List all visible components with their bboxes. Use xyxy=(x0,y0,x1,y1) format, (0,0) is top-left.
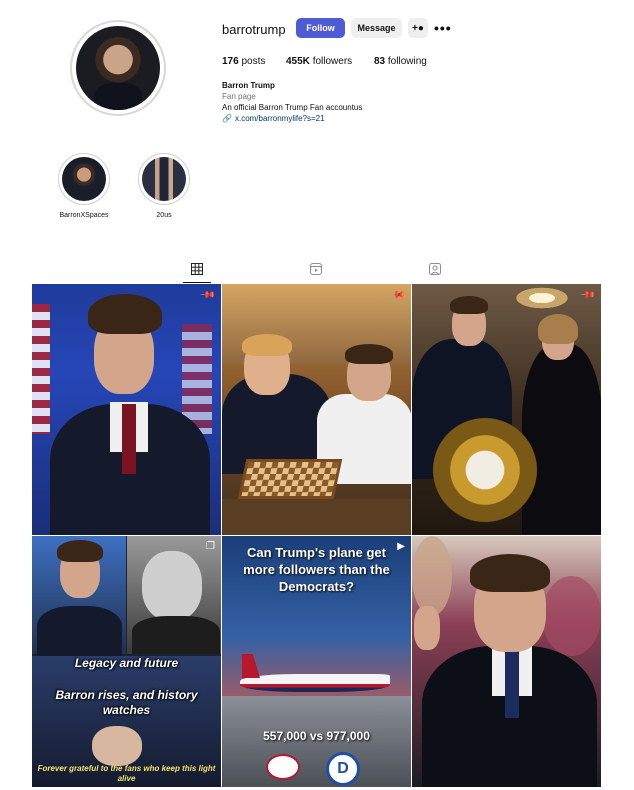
link-icon: 🔗 xyxy=(222,114,232,123)
follow-button[interactable]: Follow xyxy=(296,18,345,38)
highlight-barronxspaces[interactable]: BarronXSpaces xyxy=(56,153,112,219)
post-figure xyxy=(88,294,162,334)
post-overlay-title: Can Trump's plane get more followers tha… xyxy=(243,545,390,594)
airplane-tail xyxy=(242,654,260,678)
post-figure xyxy=(242,334,292,356)
profile-link[interactable]: 🔗 x.com/barronmylife?s=21 xyxy=(222,114,325,123)
post-tile[interactable]: 📌 xyxy=(222,284,411,535)
highlight-cover xyxy=(142,157,186,201)
post-figure xyxy=(538,314,578,344)
posts-grid: 📌 📌 📌 ❐ Legacy and future Barron rises, … xyxy=(32,284,601,788)
posts-count: 176 posts xyxy=(222,56,266,67)
highlight-ring xyxy=(58,153,110,205)
active-tab-indicator xyxy=(183,282,211,283)
post-tile[interactable]: ❐ Legacy and future Barron rises, and hi… xyxy=(32,536,221,787)
highlight-label: 20us xyxy=(156,212,172,219)
profile-bio: An official Barron Trump Fan accountus xyxy=(222,103,363,112)
tab-reels[interactable] xyxy=(309,262,323,276)
profile-full-name: Barron Trump xyxy=(222,81,275,90)
pinned-icon: 📌 xyxy=(578,287,596,304)
post-figure xyxy=(542,576,601,656)
grid-icon xyxy=(191,263,203,275)
pinned-icon: 📌 xyxy=(198,287,216,304)
following-count[interactable]: 83 following xyxy=(374,56,427,67)
democrat-logo: D xyxy=(326,752,360,786)
chandelier xyxy=(512,286,572,310)
post-figure xyxy=(132,616,220,654)
profile-avatar[interactable] xyxy=(70,20,166,116)
chess-board xyxy=(237,459,343,499)
post-figure xyxy=(57,540,103,562)
highlight-label: BarronXSpaces xyxy=(59,212,109,219)
post-tile[interactable] xyxy=(412,536,601,787)
gold-clock xyxy=(430,404,540,524)
airplane xyxy=(240,674,390,692)
post-figure xyxy=(122,404,136,474)
highlight-cover xyxy=(62,157,106,201)
trump-logo xyxy=(266,754,300,780)
reels-icon: ▶ xyxy=(397,541,405,552)
more-options-icon[interactable]: ••• xyxy=(434,20,452,36)
reels-icon xyxy=(310,263,322,275)
post-figure xyxy=(345,344,393,364)
post-figure xyxy=(142,551,202,621)
post-figure xyxy=(92,726,142,766)
profile-username: barrotrump xyxy=(222,22,286,37)
carousel-icon: ❐ xyxy=(206,541,215,552)
highlight-20us[interactable]: 20us xyxy=(136,153,192,219)
avatar-image xyxy=(76,26,160,110)
followers-count[interactable]: 455K followers xyxy=(286,56,352,67)
post-figure xyxy=(470,554,550,592)
post-overlay-caption: Forever grateful to the fans who keep th… xyxy=(37,764,216,783)
post-figure xyxy=(37,606,122,656)
post-overlay-title: Legacy and future xyxy=(74,656,179,670)
post-figure xyxy=(414,606,440,650)
tagged-icon xyxy=(429,263,441,275)
profile-link-text[interactable]: x.com/barronmylife?s=21 xyxy=(235,114,325,123)
post-figure xyxy=(505,648,519,718)
add-user-icon: +● xyxy=(412,22,424,34)
tab-tagged[interactable] xyxy=(428,262,442,276)
tab-posts[interactable] xyxy=(190,262,204,276)
post-tile[interactable]: 📌 xyxy=(32,284,221,535)
post-tile[interactable]: 📌 xyxy=(412,284,601,535)
post-overlay-score: 557,000 vs 977,000 xyxy=(263,729,370,743)
table xyxy=(222,499,411,535)
message-button[interactable]: Message xyxy=(351,18,402,38)
flag-decoration xyxy=(32,304,50,434)
suggest-user-button[interactable]: +● xyxy=(408,18,428,38)
post-figure xyxy=(412,536,452,616)
highlight-ring xyxy=(138,153,190,205)
post-tile[interactable]: Can Trump's plane get more followers tha… xyxy=(222,536,411,787)
post-figure xyxy=(450,296,488,314)
profile-category: Fan page xyxy=(222,92,256,101)
post-overlay-subtitle: Barron rises, and history watches xyxy=(55,688,198,717)
